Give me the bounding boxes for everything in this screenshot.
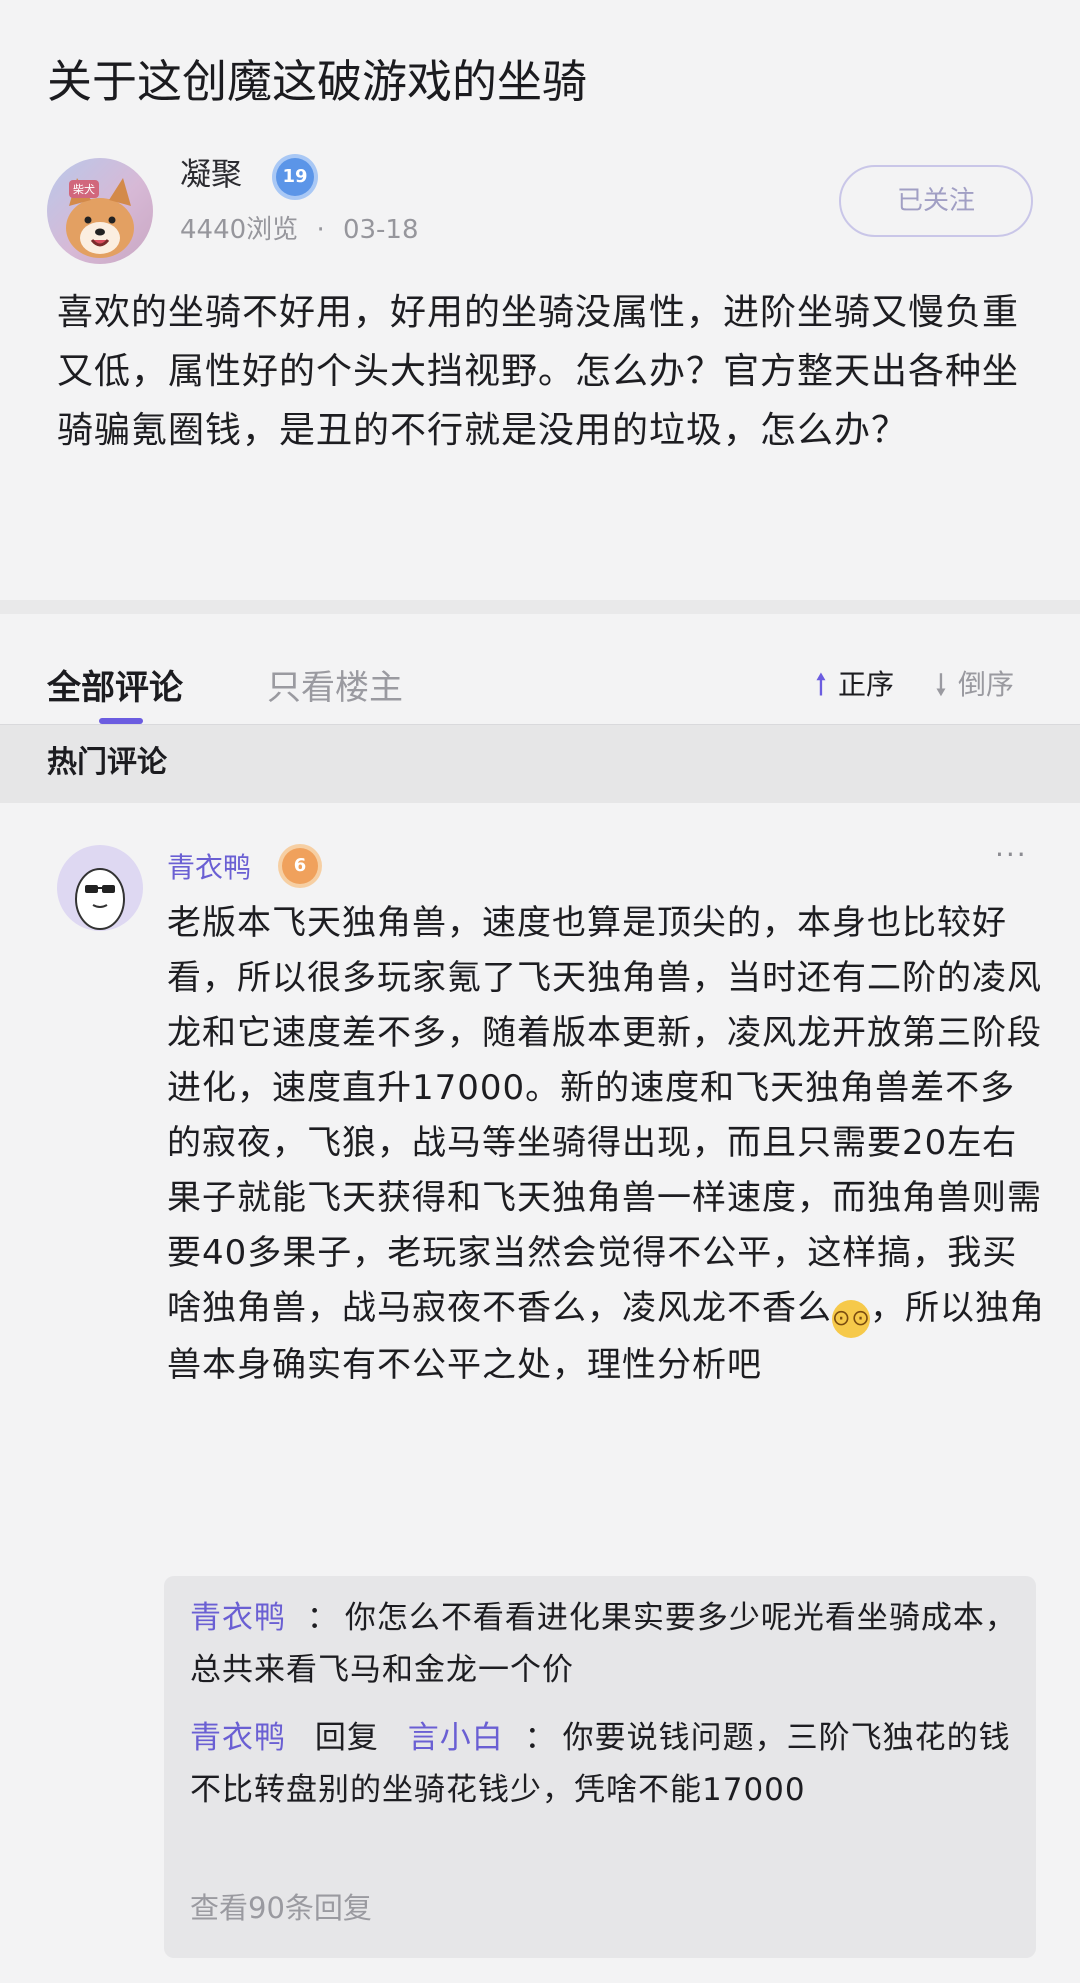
view-count: 4440浏览 bbox=[180, 215, 299, 245]
arrow-up-icon: 🠑 bbox=[815, 668, 827, 701]
commenter-level-badge: 6 bbox=[282, 848, 318, 884]
comment-tabs: 全部评论 只看楼主 bbox=[0, 660, 1080, 720]
shiba-dog-avatar-image bbox=[66, 178, 134, 258]
hot-comments-label: 热门评论 bbox=[47, 745, 167, 780]
tab-all-comments[interactable]: 全部评论 bbox=[47, 660, 183, 716]
author-name[interactable]: 凝聚 bbox=[180, 154, 242, 196]
reply-author[interactable]: 青衣鸭 bbox=[190, 1600, 286, 1636]
avatar-tag: 柴犬 bbox=[69, 180, 99, 198]
reply-word: 回复 bbox=[314, 1720, 379, 1756]
reply-text: 你要说钱问题，三阶飞独花的钱不比转盘别的坐骑花钱少，凭啥不能17000 bbox=[190, 1720, 1011, 1808]
reply-author[interactable]: 青衣鸭 bbox=[190, 1720, 286, 1756]
arrow-down-icon: 🠓 bbox=[935, 668, 947, 701]
more-options-icon[interactable]: ··· bbox=[995, 838, 1028, 871]
sort-asc-label: 正序 bbox=[838, 668, 895, 701]
sort-descending-button[interactable]: 🠓 倒序 bbox=[928, 663, 1014, 707]
sort-ascending-button[interactable]: 🠑 正序 bbox=[808, 663, 894, 707]
follow-button[interactable]: 已关注 bbox=[839, 165, 1033, 237]
post-meta: 4440浏览 · 03-18 bbox=[180, 212, 419, 248]
sort-desc-label: 倒序 bbox=[958, 668, 1015, 701]
view-more-replies-link[interactable]: 查看90条回复 bbox=[190, 1886, 372, 1930]
reply-colon: ： bbox=[524, 1720, 557, 1756]
meta-separator: · bbox=[316, 215, 325, 245]
level-badge: 19 bbox=[276, 158, 314, 196]
reply-target[interactable]: 言小白 bbox=[408, 1720, 504, 1756]
commenter-name[interactable]: 青衣鸭 bbox=[167, 848, 251, 888]
post-date: 03-18 bbox=[342, 215, 419, 245]
comment-text-part1: 老版本飞天独角兽，速度也算是顶尖的，本身也比较好看，所以很多玩家氪了飞天独角兽，… bbox=[167, 903, 1042, 1328]
flushed-face-emoji-icon: ⊙⊙ bbox=[832, 1300, 870, 1338]
post-body: 喜欢的坐骑不好用，好用的坐骑没属性，进阶坐骑又慢负重又低，属性好的个头大挡视野。… bbox=[57, 292, 1020, 451]
reply-colon: ： bbox=[306, 1600, 339, 1636]
reply-item[interactable]: 青衣鸭 回复 言小白 ：你要说钱问题，三阶飞独花的钱不比转盘别的坐骑花钱少，凭啥… bbox=[190, 1712, 1020, 1816]
commenter-avatar[interactable] bbox=[57, 845, 143, 931]
section-divider bbox=[0, 600, 1080, 614]
cartoon-duck-avatar-image bbox=[75, 868, 125, 930]
post-title: 关于这创魔这破游戏的坐骑 bbox=[47, 55, 588, 108]
comment-body: 老版本飞天独角兽，速度也算是顶尖的，本身也比较好看，所以很多玩家氪了飞天独角兽，… bbox=[167, 896, 1047, 1393]
tab-op-only[interactable]: 只看楼主 bbox=[267, 660, 403, 716]
author-avatar[interactable]: 柴犬 bbox=[47, 158, 153, 264]
reply-item[interactable]: 青衣鸭 ：你怎么不看看进化果实要多少呢光看坐骑成本，总共来看飞马和金龙一个价 bbox=[190, 1592, 1020, 1696]
